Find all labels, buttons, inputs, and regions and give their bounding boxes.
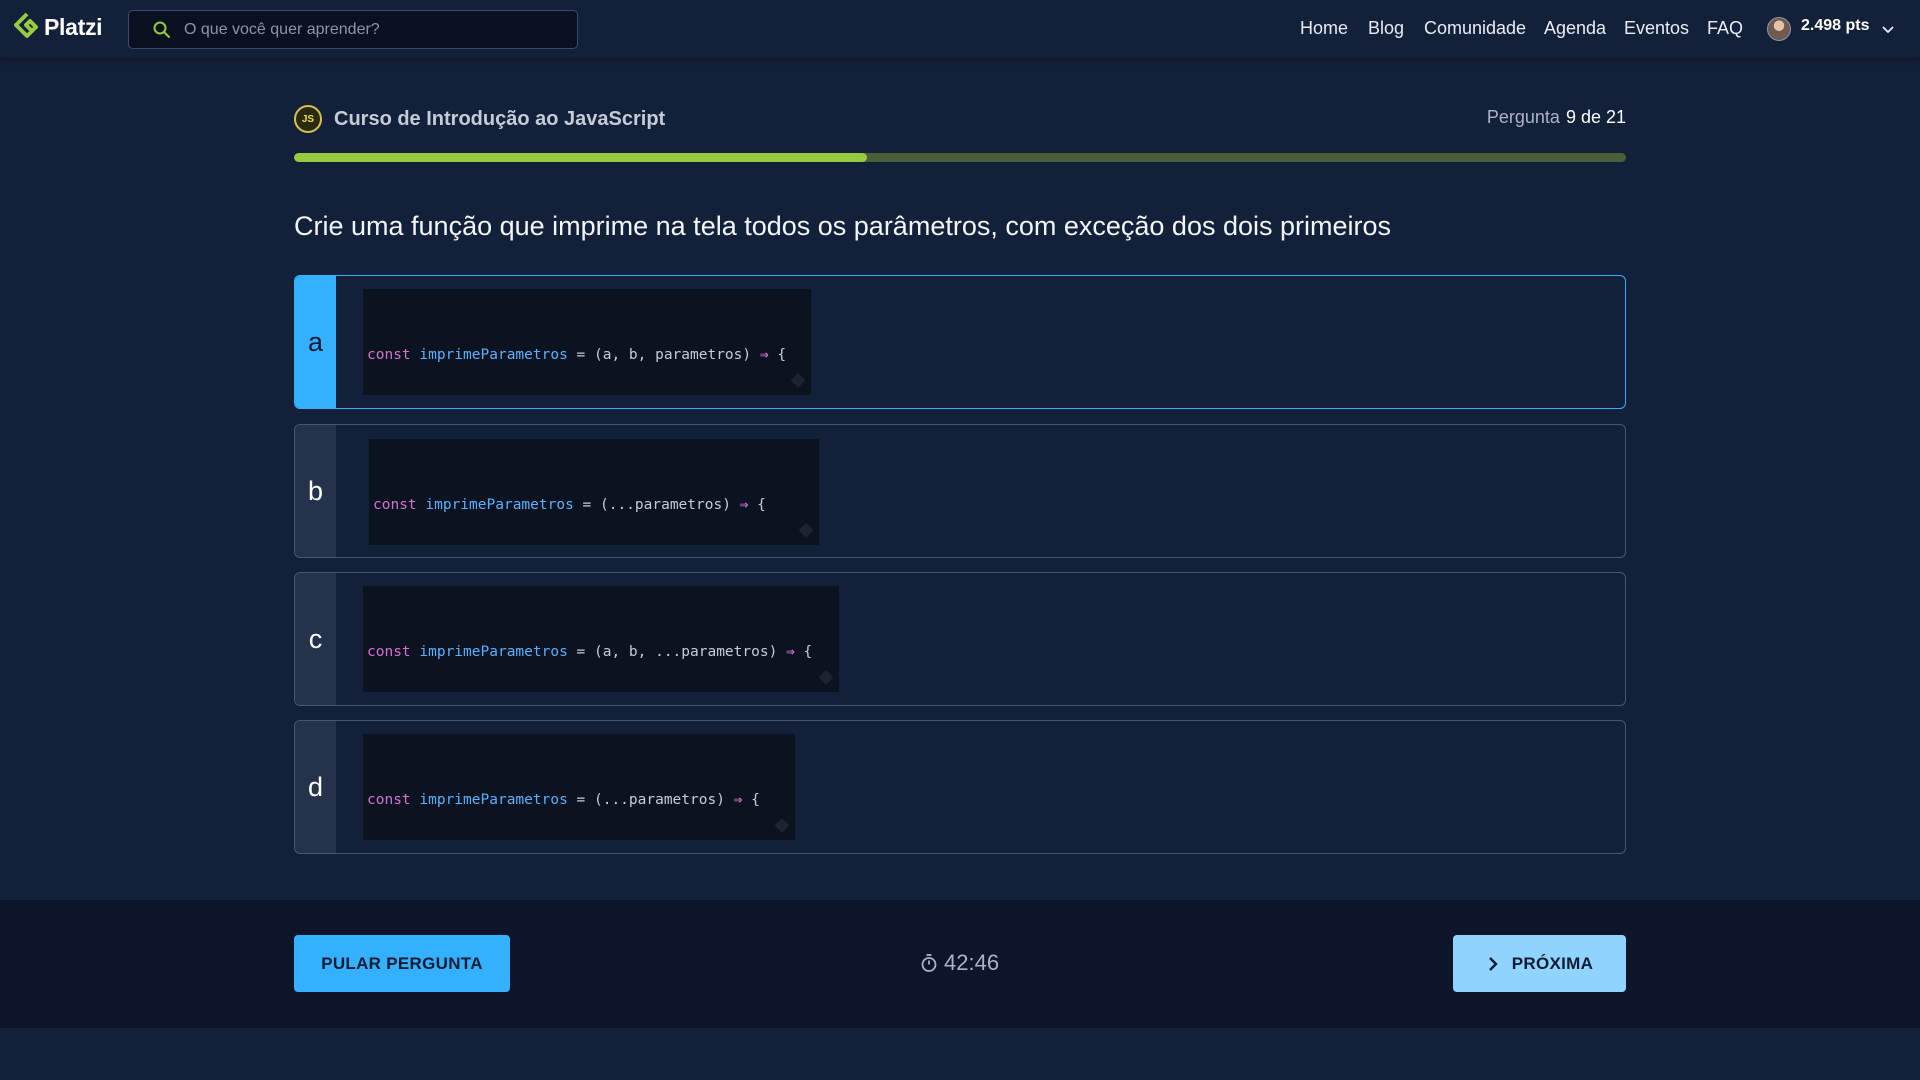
- question-counter: Pergunta 9 de 21: [1487, 107, 1626, 128]
- nav-faq[interactable]: FAQ: [1707, 18, 1743, 39]
- progress-bar: [294, 153, 1626, 162]
- option-letter: a: [295, 276, 336, 408]
- skip-question-button[interactable]: PULAR PERGUNTA: [294, 935, 510, 992]
- option-letter: c: [295, 573, 336, 705]
- nav-blog[interactable]: Blog: [1368, 18, 1404, 39]
- platzi-logo[interactable]: Platzi: [14, 12, 103, 42]
- user-points: 2.498 pts: [1801, 17, 1870, 34]
- nav-eventos[interactable]: Eventos: [1624, 18, 1689, 39]
- top-navbar: Platzi Home Blog Comunidade Agenda Event…: [0, 0, 1920, 58]
- answer-option-a[interactable]: a const imprimeParametros = (a, b, param…: [294, 275, 1626, 409]
- platzi-watermark: ◆: [791, 368, 805, 389]
- quiz-footer: PULAR PERGUNTA 42:46 PRÓXIMA: [0, 900, 1920, 1028]
- js-badge-icon: JS: [294, 105, 322, 133]
- question-counter-value: 9 de 21: [1565, 107, 1626, 127]
- chevron-right-icon: [1488, 956, 1498, 971]
- code-snippet: const imprimeParametros = (a, b, ...para…: [363, 586, 839, 692]
- logo-text: Platzi: [44, 13, 103, 40]
- nav-comunidade[interactable]: Comunidade: [1424, 18, 1526, 39]
- timer: 42:46: [920, 950, 999, 976]
- code-snippet: const imprimeParametros = (a, b, paramet…: [363, 289, 811, 395]
- nav-home[interactable]: Home: [1300, 18, 1348, 39]
- code-line: const imprimeParametros = (a, b, paramet…: [367, 347, 787, 363]
- search-icon: [153, 21, 170, 38]
- answer-option-c[interactable]: c const imprimeParametros = (a, b, ...pa…: [294, 572, 1626, 706]
- platzi-watermark: ◆: [775, 813, 789, 834]
- course-title: Curso de Introdução ao JavaScript: [334, 108, 666, 130]
- timer-icon: [921, 954, 937, 972]
- timer-value: 42:46: [944, 950, 1000, 975]
- answer-option-d[interactable]: d const imprimeParametros = (...parametr…: [294, 720, 1626, 854]
- next-button-label: PRÓXIMA: [1511, 953, 1594, 973]
- platzi-logo-icon: [14, 12, 38, 38]
- user-menu[interactable]: 2.498 pts: [1767, 17, 1895, 41]
- progress-fill: [294, 153, 867, 162]
- search-bar[interactable]: [128, 10, 578, 49]
- platzi-watermark: ◆: [819, 665, 833, 686]
- platzi-watermark: ◆: [799, 518, 813, 539]
- search-input[interactable]: [184, 20, 564, 39]
- answer-option-b[interactable]: b const imprimeParametros = (...parametr…: [294, 424, 1626, 558]
- code-snippet: const imprimeParametros = (...parametros…: [369, 439, 819, 545]
- code-line: const imprimeParametros = (a, b, ...para…: [367, 644, 813, 660]
- chevron-down-icon[interactable]: [1881, 22, 1895, 36]
- code-line: const imprimeParametros = (...parametros…: [367, 792, 760, 808]
- code-line: const imprimeParametros = (...parametros…: [373, 497, 766, 513]
- question-counter-label: Pergunta: [1486, 107, 1560, 127]
- code-snippet: const imprimeParametros = (...parametros…: [363, 734, 795, 840]
- next-question-button[interactable]: PRÓXIMA: [1453, 935, 1626, 992]
- option-letter: d: [295, 721, 336, 853]
- question-text: Crie uma função que imprime na tela todo…: [294, 211, 1392, 241]
- option-letter: b: [295, 425, 336, 557]
- nav-agenda[interactable]: Agenda: [1544, 18, 1606, 39]
- avatar[interactable]: [1767, 17, 1791, 41]
